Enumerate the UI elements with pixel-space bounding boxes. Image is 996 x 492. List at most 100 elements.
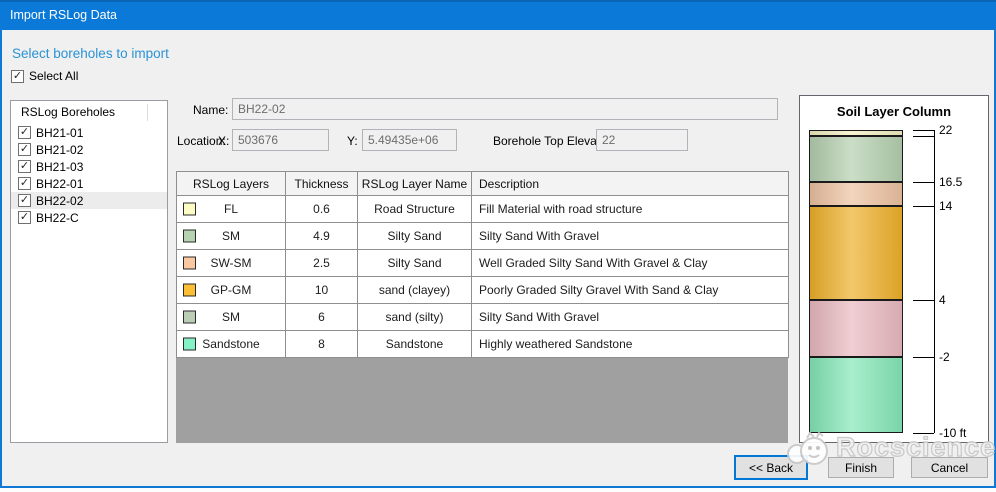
layer-code-cell: SM bbox=[177, 223, 286, 250]
layer-code: Sandstone bbox=[202, 337, 259, 351]
layer-code-cell: SW-SM bbox=[177, 250, 286, 277]
dialog-border-left bbox=[0, 28, 2, 488]
borehole-list-item[interactable]: ✓ BH22-02 bbox=[11, 192, 167, 209]
elevation-field: 22 bbox=[596, 129, 688, 151]
y-label: Y: bbox=[347, 134, 358, 148]
layer-name-cell: sand (silty) bbox=[358, 304, 472, 331]
y-field: 5.49435e+06 bbox=[362, 129, 457, 151]
layer-code: SM bbox=[222, 310, 240, 324]
layer-code: SM bbox=[222, 229, 240, 243]
checkbox-icon[interactable]: ✓ bbox=[18, 126, 31, 139]
borehole-list-item[interactable]: ✓ BH21-01 bbox=[11, 124, 167, 141]
soil-layer-block bbox=[809, 300, 903, 357]
description-cell: Fill Material with road structure bbox=[472, 196, 789, 223]
axis-tick-label: -10 ft bbox=[939, 426, 966, 440]
borehole-label: BH21-02 bbox=[36, 143, 83, 157]
window-title: Import RSLog Data bbox=[0, 2, 996, 28]
table-row: SM 6sand (silty)Silty Sand With Gravel bbox=[177, 304, 789, 331]
layer-code-cell: SM bbox=[177, 304, 286, 331]
description-cell: Silty Sand With Gravel bbox=[472, 223, 789, 250]
layer-name-cell: Sandstone bbox=[358, 331, 472, 358]
col-layer-name: RSLog Layer Name bbox=[358, 172, 472, 196]
thickness-cell: 8 bbox=[286, 331, 358, 358]
col-thickness: Thickness bbox=[286, 172, 358, 196]
description-cell: Highly weathered Sandstone bbox=[472, 331, 789, 358]
layer-code-cell: GP-GM bbox=[177, 277, 286, 304]
borehole-label: BH22-C bbox=[36, 211, 79, 225]
axis-tick bbox=[913, 433, 934, 434]
axis-tick bbox=[913, 357, 934, 358]
layer-color-swatch bbox=[183, 338, 196, 351]
x-field: 503676 bbox=[232, 129, 329, 151]
page-title: Select boreholes to import bbox=[12, 46, 169, 61]
soil-layer-block bbox=[809, 182, 903, 206]
import-rslog-dialog: Import RSLog Data Select boreholes to im… bbox=[0, 0, 996, 492]
soil-column-title: Soil Layer Column bbox=[800, 104, 988, 119]
select-all-checkbox[interactable]: ✓ Select All bbox=[11, 69, 78, 83]
layer-name-cell: Silty Sand bbox=[358, 223, 472, 250]
cancel-button[interactable]: Cancel bbox=[911, 457, 988, 478]
layers-table: RSLog Layers Thickness RSLog Layer Name … bbox=[176, 171, 789, 358]
table-row: Sandstone8SandstoneHighly weathered Sand… bbox=[177, 331, 789, 358]
axis-tick-label: 16.5 bbox=[939, 175, 962, 189]
borehole-list-item[interactable]: ✓ BH22-C bbox=[11, 209, 167, 226]
depth-axis bbox=[934, 130, 935, 433]
borehole-label: BH21-03 bbox=[36, 160, 83, 174]
finish-button[interactable]: Finish bbox=[828, 457, 894, 478]
layer-name-cell: sand (clayey) bbox=[358, 277, 472, 304]
checkbox-icon[interactable]: ✓ bbox=[18, 194, 31, 207]
layer-code: GP-GM bbox=[211, 283, 252, 297]
description-cell: Well Graded Silty Sand With Gravel & Cla… bbox=[472, 250, 789, 277]
x-label: X: bbox=[218, 134, 229, 148]
borehole-list-header: RSLog Boreholes bbox=[11, 101, 167, 124]
layer-color-swatch bbox=[183, 257, 196, 270]
layer-code-cell: Sandstone bbox=[177, 331, 286, 358]
borehole-list: RSLog Boreholes ✓ BH21-01 ✓ BH21-02 ✓ BH21-03… bbox=[10, 100, 168, 443]
checkbox-icon[interactable]: ✓ bbox=[18, 143, 31, 156]
layer-color-swatch bbox=[183, 311, 196, 324]
layer-name-cell: Road Structure bbox=[358, 196, 472, 223]
select-all-label: Select All bbox=[29, 69, 78, 83]
col-description: Description bbox=[472, 172, 789, 196]
col-rslog-layers: RSLog Layers bbox=[177, 172, 286, 196]
thickness-cell: 10 bbox=[286, 277, 358, 304]
table-header-row: RSLog Layers Thickness RSLog Layer Name … bbox=[177, 172, 789, 196]
table-row: SM 4.9Silty SandSilty Sand With Gravel bbox=[177, 223, 789, 250]
soil-layer-block bbox=[809, 357, 903, 433]
description-cell: Poorly Graded Silty Gravel With Sand & C… bbox=[472, 277, 789, 304]
axis-tick bbox=[913, 136, 934, 137]
back-button[interactable]: << Back bbox=[734, 455, 808, 480]
name-label: Name: bbox=[193, 103, 228, 117]
borehole-list-item[interactable]: ✓BH22-01 bbox=[11, 175, 167, 192]
thickness-cell: 6 bbox=[286, 304, 358, 331]
axis-tick-label: 4 bbox=[939, 293, 946, 307]
soil-layer-block bbox=[809, 206, 903, 301]
borehole-list-item[interactable]: ✓ BH21-02 bbox=[11, 141, 167, 158]
title-bar[interactable]: Import RSLog Data bbox=[0, 0, 996, 30]
layer-color-swatch bbox=[183, 230, 196, 243]
checkbox-icon[interactable]: ✓ bbox=[18, 177, 31, 190]
layer-code: FL bbox=[224, 202, 238, 216]
description-cell: Silty Sand With Gravel bbox=[472, 304, 789, 331]
axis-tick-label: 14 bbox=[939, 199, 952, 213]
thickness-cell: 0.6 bbox=[286, 196, 358, 223]
checkbox-icon[interactable]: ✓ bbox=[18, 160, 31, 173]
thickness-cell: 4.9 bbox=[286, 223, 358, 250]
layer-color-swatch bbox=[183, 203, 196, 216]
axis-tick bbox=[913, 130, 934, 131]
borehole-label: BH22-02 bbox=[36, 194, 83, 208]
axis-tick bbox=[913, 206, 934, 207]
layer-color-swatch bbox=[183, 284, 196, 297]
axis-tick-label: 22 bbox=[939, 123, 952, 137]
checkbox-icon[interactable]: ✓ bbox=[18, 211, 31, 224]
axis-tick bbox=[913, 182, 934, 183]
borehole-list-item[interactable]: ✓ BH21-03 bbox=[11, 158, 167, 175]
table-row: FL 0.6Road StructureFill Material with ro… bbox=[177, 196, 789, 223]
borehole-label: BH21-01 bbox=[36, 126, 83, 140]
checkbox-icon[interactable]: ✓ bbox=[11, 70, 24, 83]
layer-code-cell: FL bbox=[177, 196, 286, 223]
layer-code: SW-SM bbox=[210, 256, 251, 270]
table-row: SW-SM2.5Silty SandWell Graded Silty Sand… bbox=[177, 250, 789, 277]
soil-layer-column-panel: Soil Layer Column 2216.5144-2-10 ft bbox=[799, 95, 989, 443]
layer-name-cell: Silty Sand bbox=[358, 250, 472, 277]
